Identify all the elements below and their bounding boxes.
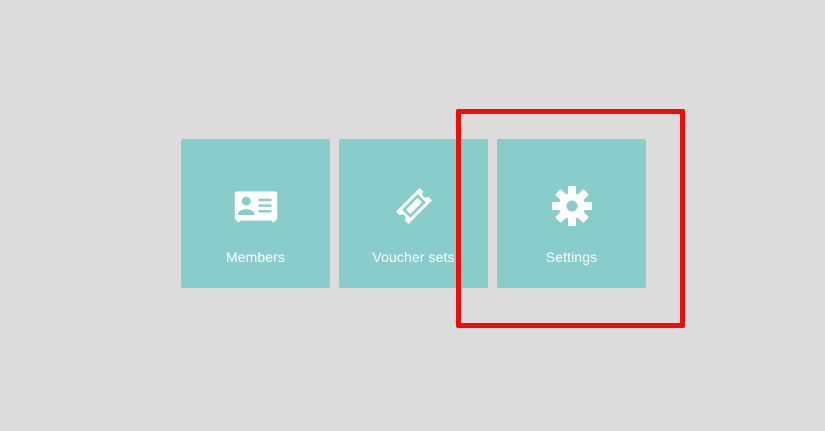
members-label: Members	[225, 249, 286, 265]
ticket-icon	[392, 184, 436, 228]
id-card-icon	[234, 184, 278, 228]
settings-label: Settings	[545, 249, 598, 265]
dashboard-stage: Members Voucher sets Settings	[0, 0, 825, 431]
voucher-sets-tile[interactable]: Voucher sets	[339, 139, 488, 288]
settings-tile[interactable]: Settings	[497, 139, 646, 288]
voucher-sets-label: Voucher sets	[372, 249, 455, 265]
gear-icon	[550, 184, 594, 228]
members-tile[interactable]: Members	[181, 139, 330, 288]
